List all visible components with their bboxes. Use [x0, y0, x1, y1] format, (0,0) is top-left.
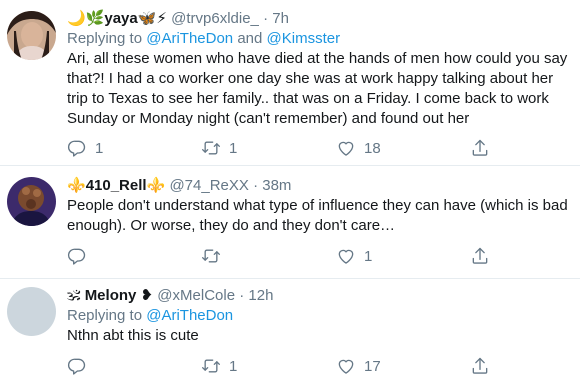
like-icon [336, 138, 356, 158]
reply-count: 1 [95, 139, 104, 157]
like-icon [336, 356, 356, 376]
name-suffix-emoji: ⚜️ [146, 177, 166, 194]
replying-to: Replying to @AriTheDon and @Kimsster [67, 29, 570, 49]
share-button[interactable] [470, 245, 490, 267]
reply-button[interactable] [67, 355, 95, 377]
like-count: 1 [364, 247, 373, 265]
avatar[interactable] [7, 177, 56, 226]
mention-link[interactable]: @Kimsster [267, 30, 341, 47]
tweet-actions: 1 [0, 245, 580, 267]
retweet-icon [201, 356, 221, 376]
avatar[interactable] [7, 11, 56, 60]
name-suffix-emoji: ❥ [140, 287, 154, 304]
display-name[interactable]: Melony [85, 287, 137, 304]
avatar[interactable] [7, 287, 56, 336]
like-button[interactable]: 18 [336, 137, 381, 159]
like-button[interactable]: 1 [336, 245, 372, 267]
timestamp[interactable]: 7h [272, 10, 289, 27]
separator-dot: · [263, 10, 269, 27]
name-prefix-emoji: ⚜️ [67, 177, 86, 194]
retweet-count: 1 [229, 139, 238, 157]
share-button[interactable] [470, 137, 490, 159]
tweet-header: 🌙🌿yaya🦋⚡ @trvp6xldie_ · 7h [67, 9, 570, 29]
share-icon [470, 246, 490, 266]
retweet-button[interactable] [201, 245, 229, 267]
display-name[interactable]: yaya [104, 10, 137, 27]
name-prefix-emoji: 🌙🌿 [67, 10, 105, 27]
retweet-button[interactable]: 1 [201, 355, 237, 377]
share-icon [470, 356, 490, 376]
like-count: 18 [364, 139, 381, 157]
like-count: 17 [364, 357, 381, 375]
user-handle[interactable]: @74_ReXX [169, 177, 248, 194]
reply-icon [67, 138, 87, 158]
tweet-text: Ari, all these women who have died at th… [67, 50, 568, 127]
tweet[interactable]: 🕉 Melony ❥ @xMelCole · 12h Replying to @… [0, 279, 580, 388]
retweet-icon [201, 138, 221, 158]
tweet-text: Nthn abt this is cute [67, 327, 199, 344]
reply-button[interactable] [67, 245, 95, 267]
separator-dot: · [253, 177, 259, 194]
timestamp[interactable]: 38m [262, 177, 291, 194]
like-button[interactable]: 17 [336, 355, 381, 377]
replying-to-and: and [237, 30, 263, 47]
timestamp[interactable]: 12h [248, 287, 273, 304]
mention-link[interactable]: @AriTheDon [146, 30, 233, 47]
tweet[interactable]: 🌙🌿yaya🦋⚡ @trvp6xldie_ · 7h Replying to @… [0, 0, 580, 166]
retweet-icon [201, 246, 221, 266]
retweet-button[interactable]: 1 [201, 137, 237, 159]
share-icon [470, 138, 490, 158]
name-suffix-emoji: 🦋⚡ [137, 10, 167, 27]
tweet-actions: 1 1 18 [0, 137, 580, 159]
tweet-header: ⚜️410_Rell⚜️ @74_ReXX · 38m [67, 176, 570, 196]
mention-link[interactable]: @AriTheDon [146, 307, 233, 324]
replying-to-label: Replying to [67, 307, 143, 324]
share-button[interactable] [470, 355, 490, 377]
tweet[interactable]: ⚜️410_Rell⚜️ @74_ReXX · 38m People don't… [0, 166, 580, 279]
reply-icon [67, 356, 87, 376]
separator-dot: · [239, 287, 245, 304]
tweet-text: People don't understand what type of inf… [67, 197, 568, 234]
reply-button[interactable]: 1 [67, 137, 103, 159]
replying-to-label: Replying to [67, 30, 143, 47]
display-name[interactable]: 410_Rell [86, 177, 147, 194]
user-handle[interactable]: @xMelCole [157, 287, 235, 304]
name-prefix-emoji: 🕉 [67, 287, 81, 304]
retweet-count: 1 [229, 357, 238, 375]
reply-icon [67, 246, 87, 266]
like-icon [336, 246, 356, 266]
tweet-actions: 1 17 [0, 355, 580, 377]
tweet-header: 🕉 Melony ❥ @xMelCole · 12h [67, 286, 570, 306]
user-handle[interactable]: @trvp6xldie_ [171, 10, 259, 27]
replying-to: Replying to @AriTheDon [67, 306, 570, 326]
